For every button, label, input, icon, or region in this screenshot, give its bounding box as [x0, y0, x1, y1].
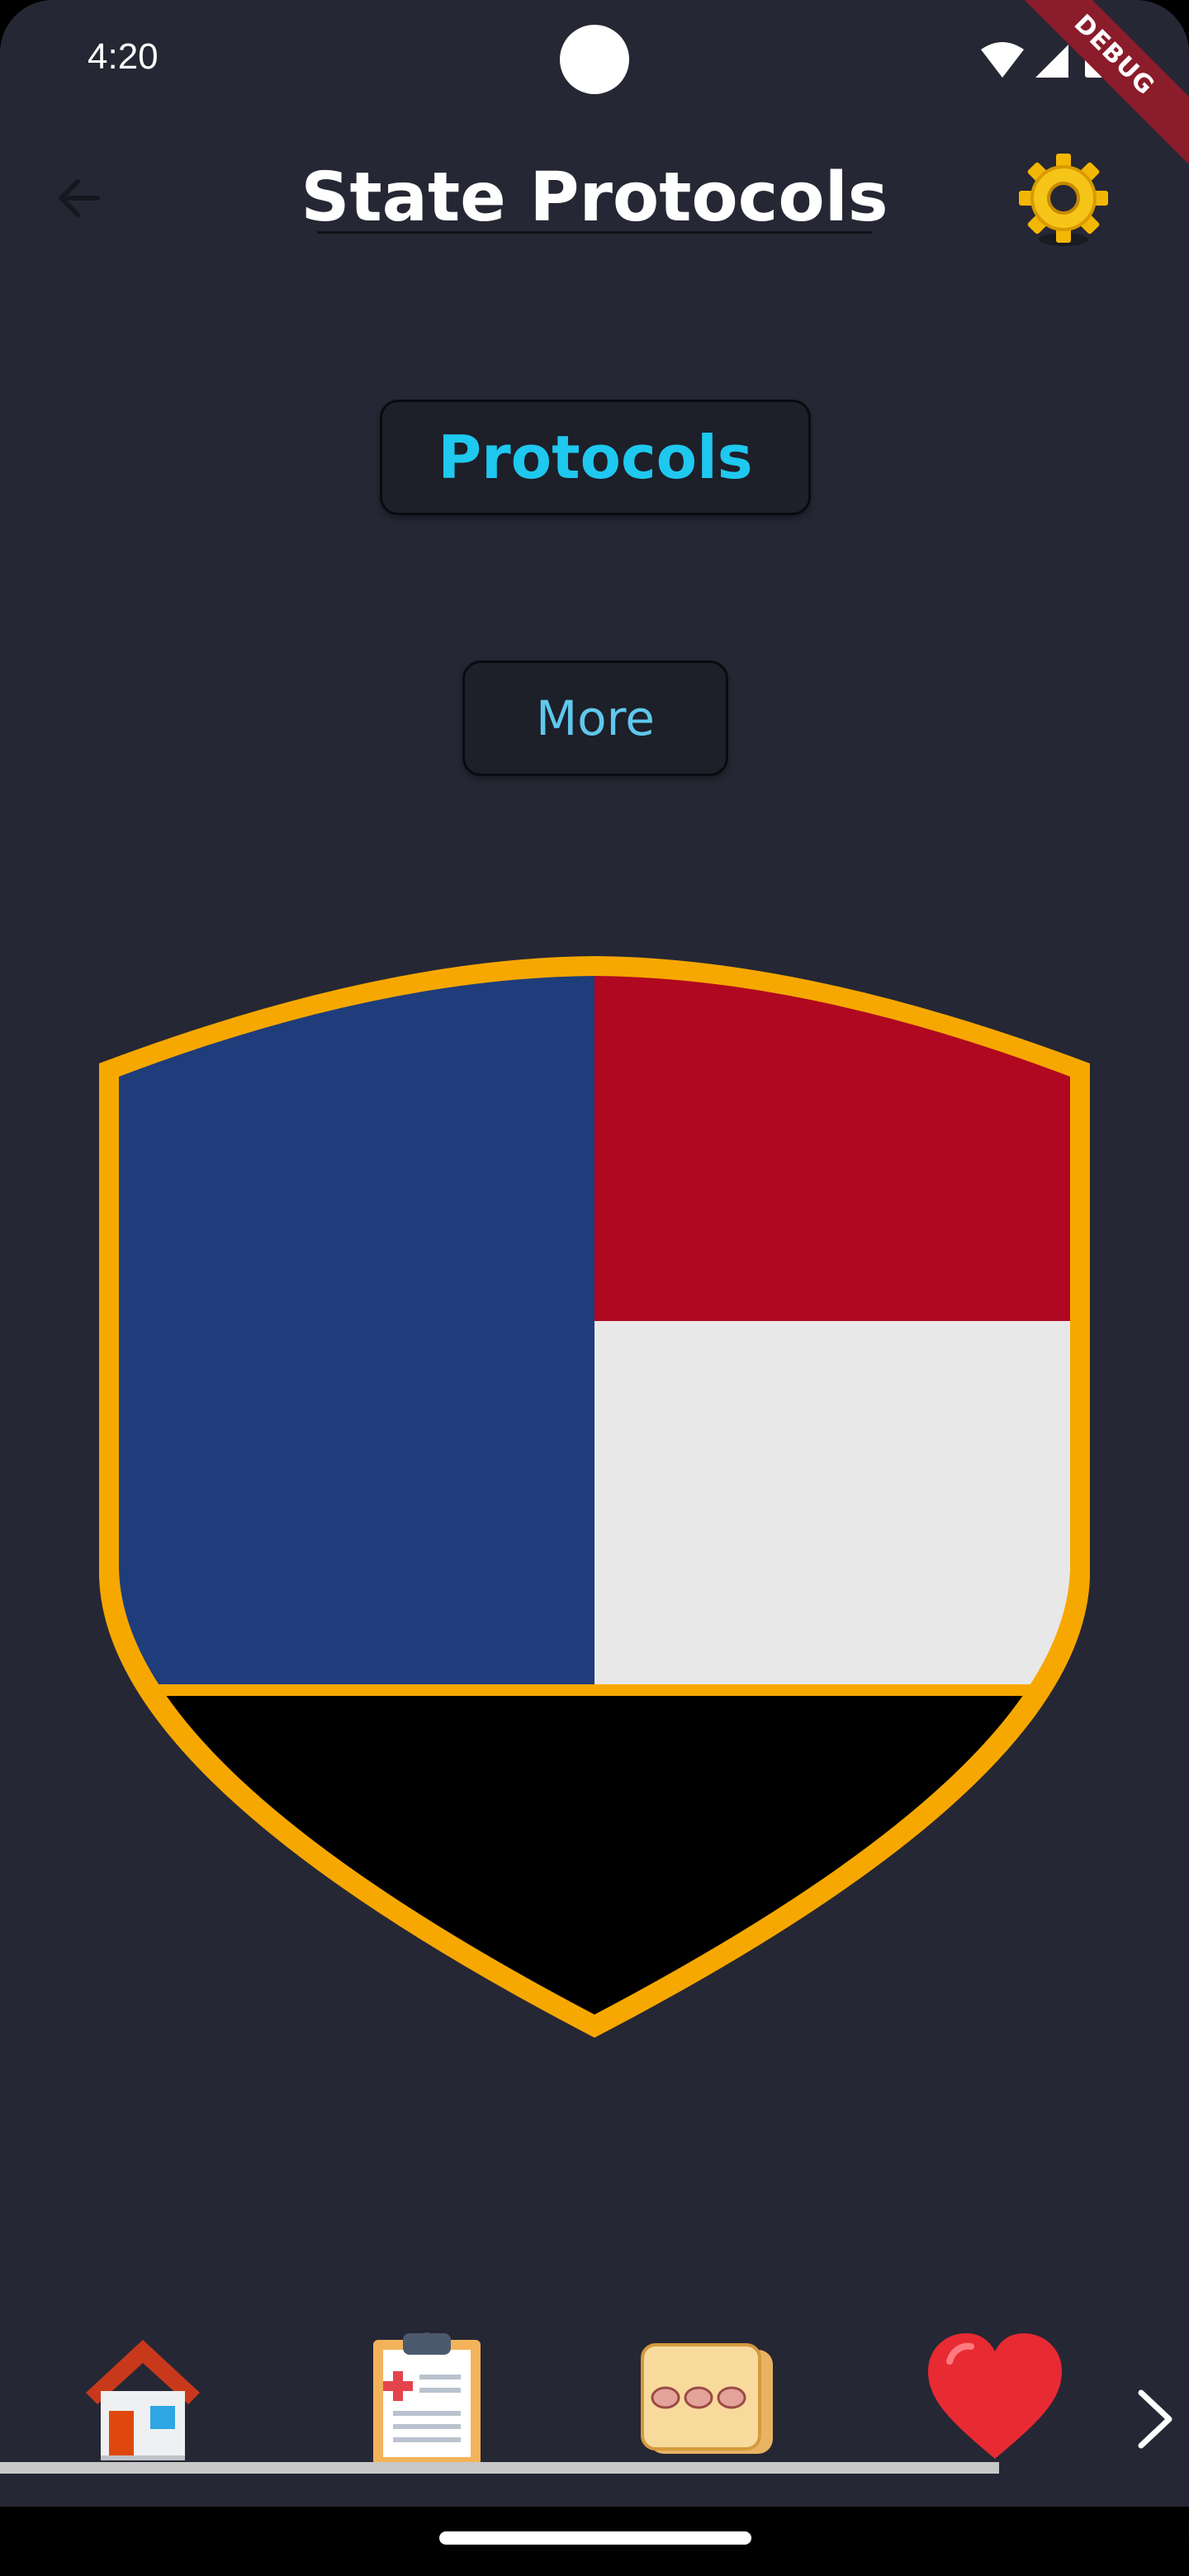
shield-white-field: [594, 1321, 1070, 1684]
signal-icon: [1035, 45, 1068, 78]
clipboard-medical-icon[interactable]: [357, 2328, 497, 2469]
protocols-button[interactable]: Protocols: [380, 400, 811, 515]
house-icon[interactable]: [73, 2328, 213, 2469]
home-gesture-bar[interactable]: [439, 2531, 751, 2545]
camera-cutout: [560, 25, 629, 94]
status-time: 4:20: [88, 36, 159, 77]
heart-icon[interactable]: [925, 2328, 1065, 2469]
chevron-right-icon[interactable]: [1126, 2386, 1184, 2452]
bottom-nav: [0, 2328, 1189, 2502]
debug-banner: DEBUG: [1000, 0, 1189, 169]
more-button[interactable]: More: [462, 661, 728, 776]
app-screen: 4:20 DEBUG State Protocols Protocols Mor…: [0, 0, 1189, 2576]
pill-pack-icon[interactable]: [637, 2328, 778, 2469]
title-underline: [317, 231, 872, 234]
nav-scrollbar[interactable]: [0, 2462, 999, 2474]
state-shield-icon: [99, 956, 1090, 2038]
shield-black-field: [119, 1696, 1070, 2015]
wifi-icon: [981, 42, 1024, 78]
gear-icon[interactable]: [1016, 154, 1111, 249]
page-title: State Protocols: [301, 159, 888, 237]
